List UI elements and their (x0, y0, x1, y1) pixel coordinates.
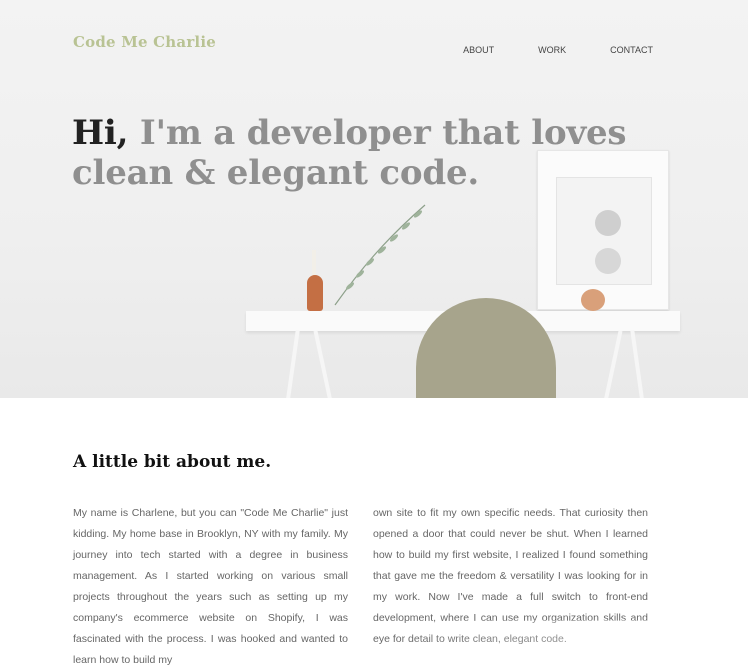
hero-greeting: Hi, (72, 113, 129, 153)
main-nav: ABOUT WORK CONTACT (463, 45, 653, 55)
frame-artwork (556, 177, 652, 285)
artwork-circle (595, 210, 621, 236)
plant-sprig-image (334, 204, 426, 306)
nav-about[interactable]: ABOUT (463, 45, 494, 55)
candle-image (312, 250, 316, 276)
copper-vase-image (307, 275, 323, 311)
artwork-circle (595, 248, 621, 274)
nav-work[interactable]: WORK (538, 45, 566, 55)
desk-leg (313, 330, 335, 398)
about-title: A little bit about me. (73, 452, 272, 472)
desk-leg (284, 330, 300, 398)
desk-leg (601, 330, 623, 398)
desk-leg (630, 330, 646, 398)
brand-logo[interactable]: Code Me Charlie (73, 33, 216, 51)
plant-pot-image (581, 289, 605, 311)
bottom-fade (380, 620, 748, 648)
hero-section: Code Me Charlie ABOUT WORK CONTACT Hi, I… (0, 0, 748, 398)
nav-contact[interactable]: CONTACT (610, 45, 653, 55)
wall-frame-image (537, 150, 669, 310)
about-paragraph-left: My name is Charlene, but you can "Code M… (73, 507, 348, 666)
